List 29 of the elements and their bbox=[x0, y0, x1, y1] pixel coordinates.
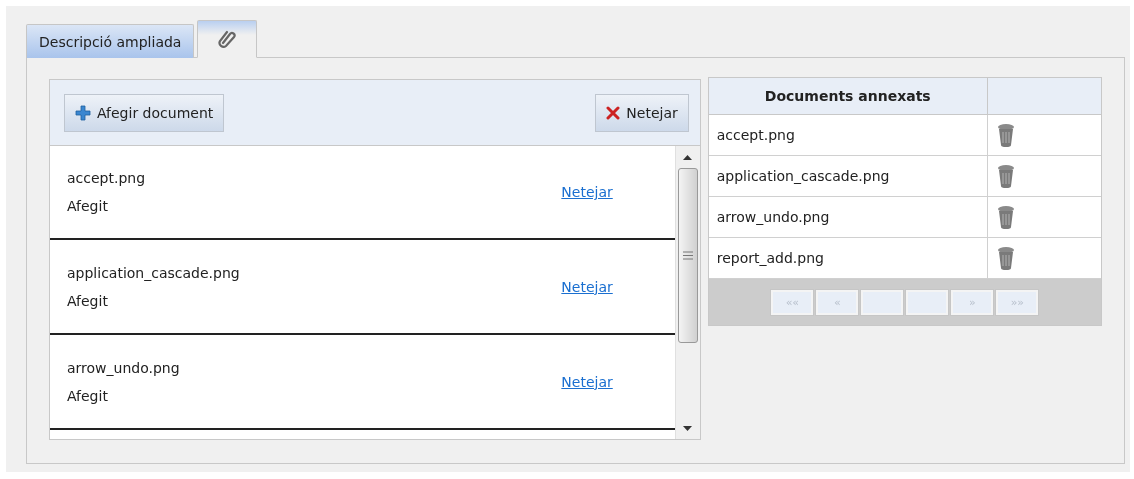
file-name: arrow_undo.png bbox=[67, 359, 180, 376]
clear-link[interactable]: Netejar bbox=[561, 184, 613, 200]
scrollbar[interactable] bbox=[674, 146, 700, 439]
file-status: Afegit bbox=[67, 387, 109, 404]
plus-icon bbox=[75, 104, 91, 121]
add-document-button[interactable]: Afegir document bbox=[64, 93, 225, 132]
scroll-thumb[interactable] bbox=[677, 168, 698, 343]
tab[interactable]: Descripció ampliada bbox=[26, 24, 195, 58]
trash-icon[interactable] bbox=[996, 123, 1015, 147]
trash-icon[interactable] bbox=[996, 246, 1015, 270]
grip-icon bbox=[682, 251, 693, 260]
tab[interactable] bbox=[197, 20, 258, 58]
down-arrow-icon[interactable] bbox=[683, 425, 693, 431]
clear-link[interactable]: Netejar bbox=[561, 373, 613, 390]
file-name: application_cascade.png bbox=[67, 264, 240, 281]
up-arrow-icon[interactable] bbox=[683, 154, 693, 160]
trash-icon[interactable] bbox=[996, 205, 1015, 229]
file-status: Afegit bbox=[67, 198, 109, 214]
file-status: Afegit bbox=[67, 292, 109, 309]
column-header[interactable]: Documents annexats bbox=[708, 78, 988, 115]
paperclip-icon bbox=[218, 29, 237, 49]
file-name: accept.png bbox=[67, 170, 146, 186]
trash-icon[interactable] bbox=[996, 164, 1015, 188]
table-cell: accept.png bbox=[708, 115, 988, 156]
clear-link[interactable]: Netejar bbox=[561, 278, 613, 295]
table-cell: arrow_undo.png bbox=[708, 197, 988, 238]
clear-button[interactable]: Netejar bbox=[595, 93, 689, 132]
close-icon bbox=[606, 105, 621, 120]
table-cell: application_cascade.png bbox=[708, 156, 988, 197]
